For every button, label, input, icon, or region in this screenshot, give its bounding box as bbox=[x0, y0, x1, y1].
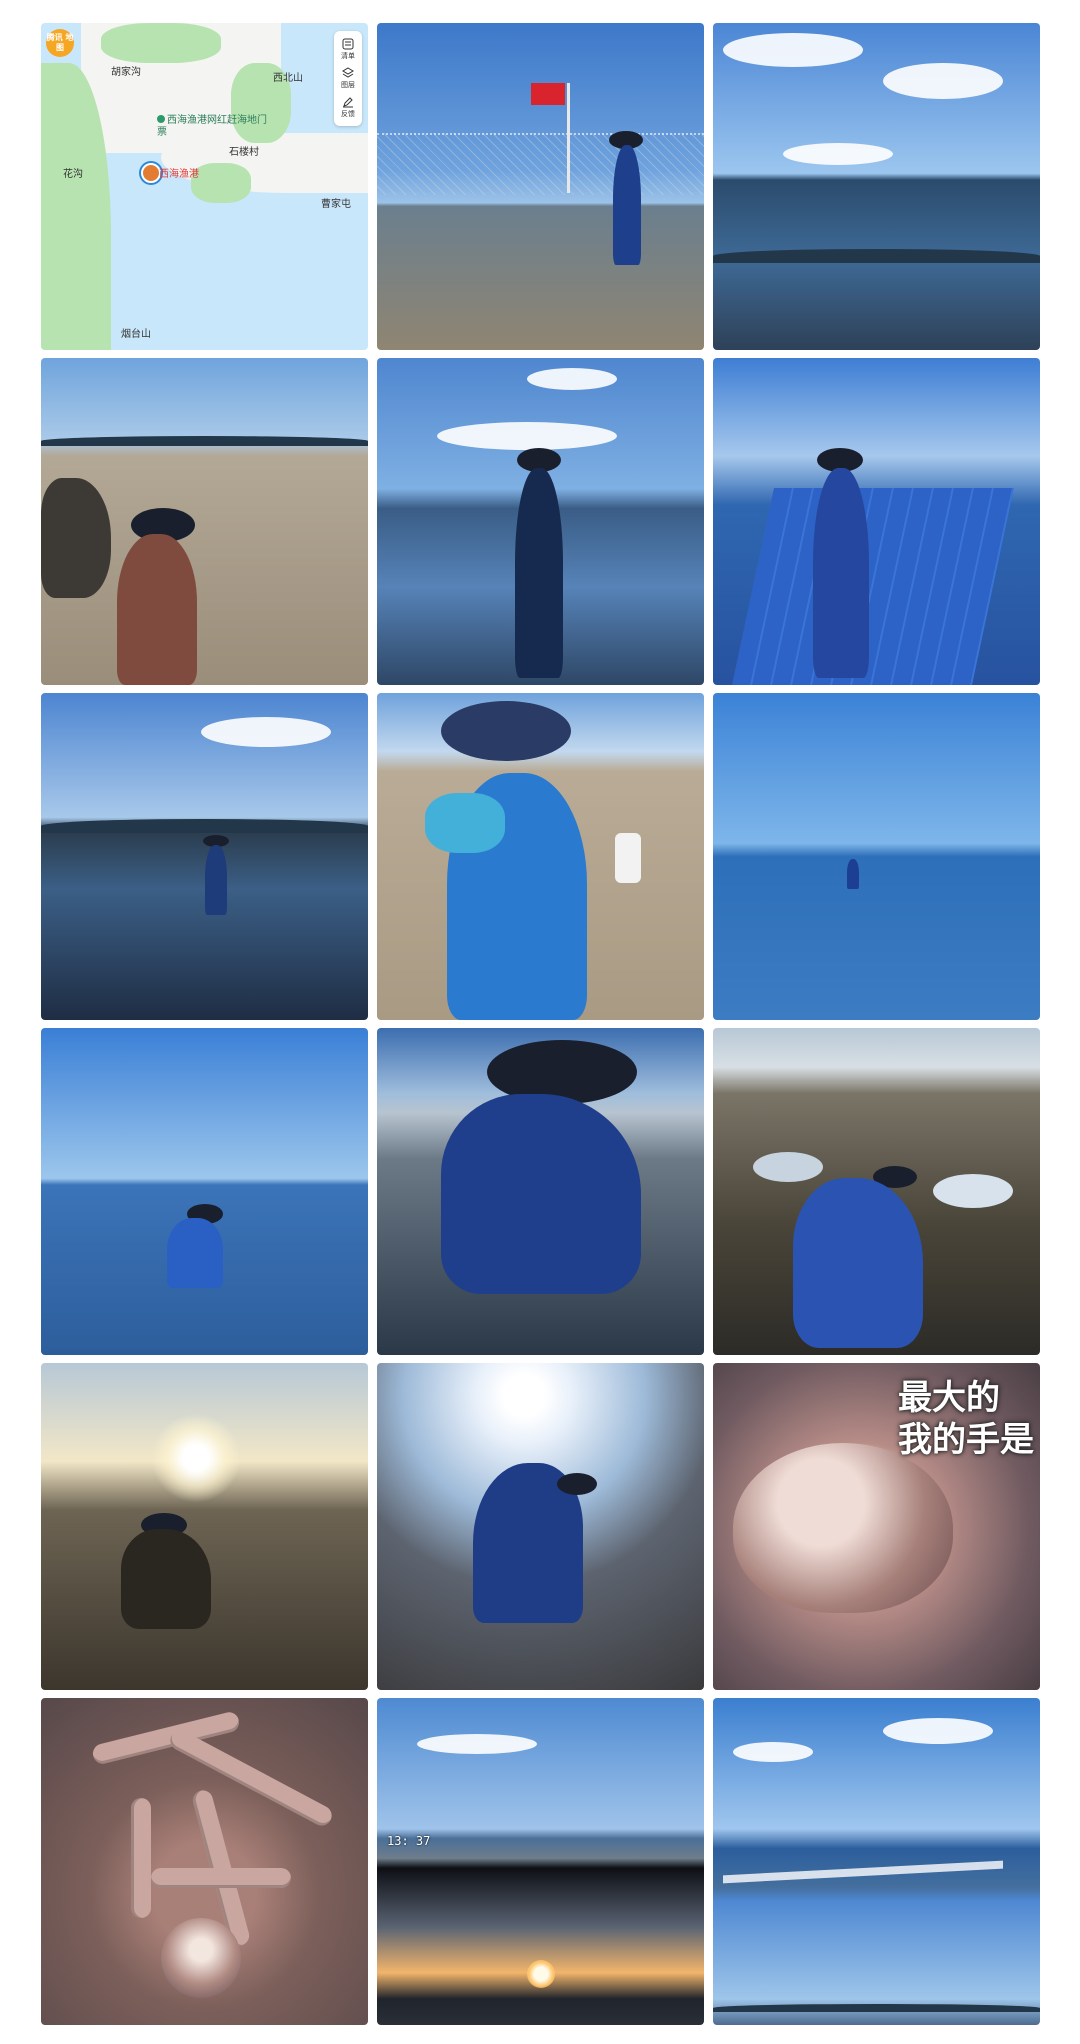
hill bbox=[713, 249, 1040, 263]
fence bbox=[377, 133, 704, 195]
photo-beach-rocks[interactable] bbox=[41, 358, 368, 685]
map-green-area bbox=[191, 163, 251, 203]
pen-icon bbox=[343, 97, 353, 108]
sun bbox=[527, 1960, 555, 1988]
bottle bbox=[615, 833, 641, 883]
clam-shell bbox=[161, 1918, 241, 1998]
photo-pier-sky[interactable] bbox=[713, 23, 1040, 350]
cloud bbox=[883, 63, 1003, 99]
razor-clam bbox=[166, 1726, 336, 1830]
photo-blue-pier[interactable] bbox=[713, 358, 1040, 685]
person-figure bbox=[613, 145, 641, 265]
sun bbox=[151, 1413, 241, 1503]
photo-crouching-in-water[interactable] bbox=[41, 1028, 368, 1355]
map-app-logo: 腾讯 地图 bbox=[46, 29, 74, 57]
map-thumbnail[interactable]: 腾讯 地图 胡家沟 西北山 石楼村 花沟 曹家屯 烟台山 西海渔港网红赶海地门票… bbox=[41, 23, 368, 350]
pier bbox=[723, 1860, 1003, 1884]
map-place-label: 胡家沟 bbox=[111, 67, 141, 78]
poi-pin-icon bbox=[157, 115, 165, 123]
pier-deck bbox=[732, 488, 1014, 685]
razor-clam bbox=[131, 1798, 151, 1918]
person-figure bbox=[813, 468, 869, 678]
person-figure bbox=[515, 468, 563, 678]
cloud bbox=[417, 1734, 537, 1754]
cloud bbox=[883, 1718, 993, 1744]
person-figure bbox=[793, 1178, 923, 1348]
person-figure bbox=[205, 845, 227, 915]
photo-razor-clams[interactable] bbox=[41, 1698, 368, 2025]
location-label: 西海渔港 bbox=[159, 169, 199, 180]
person-figure bbox=[441, 1094, 641, 1294]
map-place-label: 石楼村 bbox=[229, 147, 259, 158]
map-tool-feedback[interactable]: 反馈 bbox=[341, 96, 355, 119]
cloud bbox=[783, 143, 893, 165]
photo-tideflat-walk[interactable] bbox=[41, 693, 368, 1020]
pool bbox=[933, 1174, 1013, 1208]
photo-digging-sand[interactable] bbox=[377, 1028, 704, 1355]
cloud bbox=[723, 33, 863, 67]
photo-silhouette-water[interactable] bbox=[377, 358, 704, 685]
map-place-label: 花沟 bbox=[63, 169, 83, 180]
person-figure bbox=[167, 1218, 223, 1288]
clam-shell bbox=[733, 1443, 953, 1613]
photo-clam-in-hand[interactable]: 最大的 我的手是 bbox=[713, 1363, 1040, 1690]
person-figure bbox=[121, 1529, 211, 1629]
person-figure bbox=[847, 859, 859, 889]
list-icon bbox=[342, 38, 354, 50]
map-place-label: 曹家屯 bbox=[321, 199, 351, 210]
photo-timestamp: 13: 37 bbox=[387, 1834, 431, 1848]
map-toolbar: 清单 图层 反馈 bbox=[334, 31, 362, 126]
map-place-label: 烟台山 bbox=[121, 329, 151, 340]
layers-icon bbox=[342, 67, 354, 78]
cloud bbox=[437, 422, 617, 450]
location-marker-icon[interactable] bbox=[141, 163, 161, 183]
cloud bbox=[201, 717, 331, 747]
photo-bending-backlit[interactable] bbox=[377, 1363, 704, 1690]
photo-distant-wader[interactable] bbox=[713, 693, 1040, 1020]
photo-girl-gloves[interactable] bbox=[377, 693, 704, 1020]
rock bbox=[41, 478, 111, 598]
flag-icon bbox=[531, 83, 565, 105]
person-figure bbox=[117, 534, 197, 685]
glove bbox=[425, 793, 505, 853]
map-tool-layers[interactable]: 图层 bbox=[341, 67, 355, 90]
photo-caption: 最大的 我的手是 bbox=[898, 1378, 1034, 1460]
hat bbox=[557, 1473, 597, 1495]
hill bbox=[41, 436, 368, 446]
map-poi[interactable]: 西海渔港网红赶海地门票 bbox=[157, 115, 267, 139]
photo-sunset-time[interactable]: 13: 37 bbox=[377, 1698, 704, 2025]
hill bbox=[41, 819, 368, 833]
hat bbox=[441, 701, 571, 761]
cloud bbox=[527, 368, 617, 390]
map-green-area bbox=[101, 23, 221, 63]
photo-pier-horizon[interactable] bbox=[713, 1698, 1040, 2025]
cloud bbox=[733, 1742, 813, 1762]
photo-flag-fence[interactable] bbox=[377, 23, 704, 350]
pool bbox=[753, 1152, 823, 1182]
map-place-label: 西北山 bbox=[273, 73, 303, 84]
razor-clam bbox=[151, 1868, 291, 1888]
photo-grid: 腾讯 地图 胡家沟 西北山 石楼村 花沟 曹家屯 烟台山 西海渔港网红赶海地门票… bbox=[41, 23, 1040, 2025]
photo-sunset-silhouette[interactable] bbox=[41, 1363, 368, 1690]
hill bbox=[713, 2004, 1040, 2012]
flag-pole bbox=[567, 83, 570, 193]
photo-rock-pools[interactable] bbox=[713, 1028, 1040, 1355]
map-tool-list[interactable]: 清单 bbox=[341, 38, 355, 61]
